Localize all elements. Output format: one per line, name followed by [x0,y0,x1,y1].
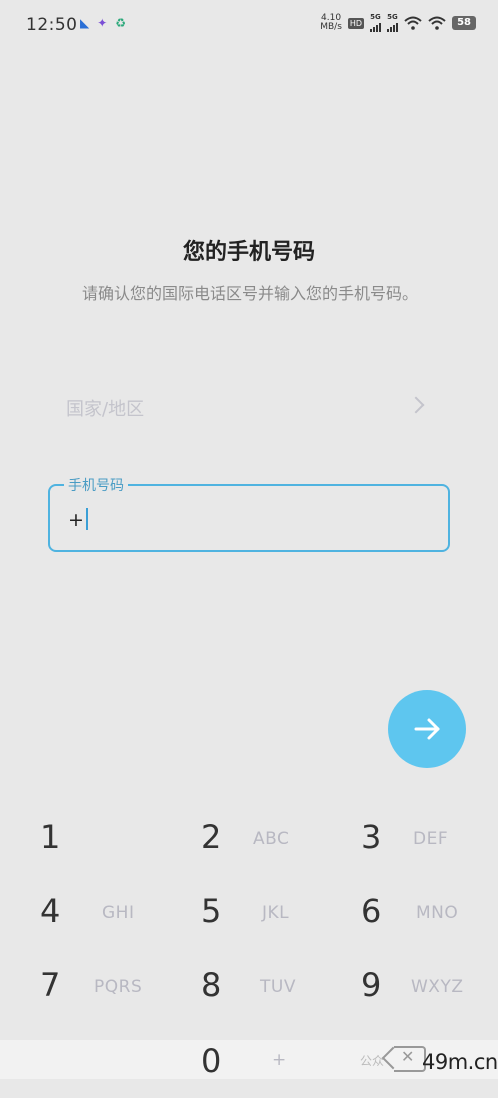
key-letters: WXYZ [411,977,464,997]
chevron-right-icon [407,396,425,414]
key-3[interactable]: 3 DEF [321,800,487,874]
hd-badge: HD [347,17,365,29]
phone-value-text: + [68,509,84,531]
net-speed-unit: MB/s [320,22,342,32]
battery-icon: 58 [452,16,476,30]
status-time: 12:50 [26,15,78,35]
page-subtitle: 请确认您的国际电话区号并输入您的手机号码。 [81,284,418,303]
key-5[interactable]: 5 JKL [161,874,327,948]
page-title: 您的手机号码 [182,240,315,265]
key-4[interactable]: 4 GHI [0,874,166,948]
key-digit: 5 [201,892,222,930]
phone-number-field[interactable]: 手机号码 + [48,475,450,552]
phone-field-label: 手机号码 [64,475,128,495]
net-speed: 4.10 MB/s [320,14,342,32]
key-6[interactable]: 6 MNO [321,874,487,948]
key-2[interactable]: 2 ABC [161,800,327,874]
wifi-icon [404,16,422,30]
country-placeholder: 国家/地区 [66,399,145,420]
signal-label: 5G [370,12,381,21]
watermark-text: 公众 [360,1054,385,1068]
key-letters: MNO [416,903,459,923]
status-bar: 12:50 ◣ ✦ ♻ 4.10 MB/s HD 5G 5G 58 [0,0,498,52]
key-8[interactable]: 8 TUV [161,948,327,1022]
key-7[interactable]: 7 PQRS [0,948,166,1022]
brand-watermark: 49m.cn [422,1050,498,1074]
key-letters: DEF [413,829,449,849]
phone-field-value[interactable]: + [68,508,88,531]
key-digit: 9 [361,966,382,1004]
signal-label: 5G [387,12,398,21]
next-button[interactable] [388,690,466,768]
key-letters: + [272,1050,287,1070]
country-selector[interactable]: 国家/地区 [48,385,450,429]
messenger-icon: ◣ [80,16,90,30]
key-digit: 8 [201,966,222,1004]
key-digit: 3 [361,818,382,856]
close-icon: ✕ [401,1047,415,1066]
status-right-icons: 4.10 MB/s HD 5G 5G 58 [320,12,476,32]
key-digit: 7 [40,966,61,1004]
arrow-right-icon [414,718,440,740]
key-letters: GHI [102,903,135,923]
key-digit: 4 [40,892,61,930]
key-digit: 6 [361,892,382,930]
key-letters: TUV [260,977,296,997]
key-digit: 2 [201,818,222,856]
key-letters: ABC [253,829,290,849]
key-letters: PQRS [94,977,143,997]
recycle-icon: ♻ [115,16,127,30]
key-0[interactable]: 0 + [161,1024,327,1098]
key-1[interactable]: 1 [0,800,166,874]
key-digit: 0 [201,1042,222,1080]
signal-icon: 5G [387,12,399,32]
rocket-icon: ✦ [97,16,108,30]
key-letters: JKL [262,903,290,923]
key-digit: 1 [40,818,61,856]
status-left-icons: ◣ ✦ ♻ [80,16,126,30]
key-9[interactable]: 9 WXYZ [321,948,487,1022]
wifi-icon [428,16,446,30]
text-caret [85,508,88,530]
signal-icon: 5G [370,12,382,32]
